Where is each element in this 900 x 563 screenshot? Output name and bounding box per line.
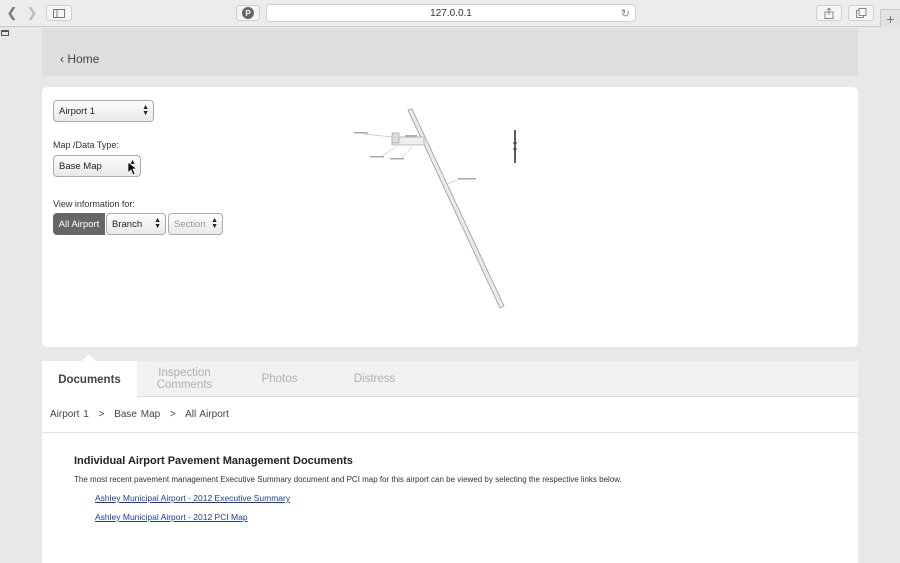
active-tab-indicator: [82, 354, 96, 361]
tab-documents[interactable]: Documents: [42, 361, 137, 398]
page-header: ‹ Home: [42, 28, 858, 76]
map-type-select-value: Base Map: [59, 160, 102, 172]
branch-select-value: Branch: [112, 218, 143, 230]
window-icon: [1, 30, 9, 36]
sidebar-toggle-button[interactable]: [46, 5, 72, 21]
share-button[interactable]: [816, 5, 842, 21]
reload-icon[interactable]: ↻: [621, 7, 630, 20]
breadcrumb-separator: >: [170, 409, 176, 420]
breadcrumb-item[interactable]: All Airport: [185, 409, 229, 420]
tab-inspection-comments[interactable]: Inspection Comments: [137, 361, 232, 397]
tab-photos[interactable]: Photos: [232, 361, 327, 397]
breadcrumb-item[interactable]: Base Map: [114, 409, 160, 420]
section-select-value: Section: [174, 218, 206, 230]
documents-description: The most recent pavement management Exec…: [74, 475, 622, 484]
tab-distress[interactable]: Distress: [327, 361, 422, 397]
breadcrumb-item[interactable]: Airport 1: [50, 409, 89, 420]
all-airport-button[interactable]: All Airport: [53, 213, 105, 235]
map-type-label: Map /Data Type:: [53, 140, 119, 150]
details-panel: Documents Inspection Comments Photos Dis…: [42, 354, 858, 563]
url-text: 127.0.0.1: [430, 7, 472, 19]
chevron-left-icon: ❮: [6, 5, 18, 20]
airport-select-value: Airport 1: [59, 105, 95, 117]
section-select[interactable]: Section ▲ ▼: [168, 213, 223, 235]
tabs-overview-button[interactable]: [848, 5, 874, 21]
select-arrows-icon: ▲▼: [211, 217, 218, 230]
tab-bar: Documents Inspection Comments Photos Dis…: [42, 361, 858, 398]
airport-map[interactable]: [352, 105, 532, 315]
view-info-label: View information for:: [53, 199, 135, 209]
branch-select[interactable]: Branch ▲ ▼: [106, 213, 166, 235]
divider: [42, 432, 858, 433]
tabs-icon: [855, 8, 866, 18]
address-bar[interactable]: 127.0.0.1 ↻: [266, 4, 636, 22]
select-arrows-icon: ▲▼: [154, 217, 161, 230]
home-link[interactable]: ‹ Home: [60, 52, 99, 66]
chevron-right-icon: ❯: [26, 5, 38, 20]
breadcrumb-separator: >: [98, 409, 105, 420]
pinterest-icon: P: [242, 7, 254, 19]
plus-icon: +: [886, 10, 895, 27]
select-arrows-icon: ▲▼: [142, 104, 149, 117]
documents-title: Individual Airport Pavement Management D…: [74, 455, 353, 467]
sidebar-icon: [53, 8, 65, 18]
map-panel: Airport 1 ▲▼ Map /Data Type: Base Map ▲▼…: [42, 87, 858, 347]
pinned-site-button[interactable]: P: [236, 5, 260, 21]
browser-toolbar: ❮ ❯ P 127.0.0.1 ↻ +: [0, 0, 900, 27]
back-button[interactable]: ❮: [4, 5, 20, 21]
share-icon: [824, 7, 834, 19]
airport-select[interactable]: Airport 1 ▲ ▼: [53, 100, 154, 122]
breadcrumb: Airport 1 > Base Map > All Airport: [50, 409, 229, 420]
pci-map-link[interactable]: Ashley Municipal Airport - 2012 PCI Map: [95, 512, 248, 522]
forward-button[interactable]: ❯: [24, 5, 40, 21]
wind-indicator: [513, 130, 517, 163]
new-tab-button[interactable]: +: [880, 9, 900, 27]
executive-summary-link[interactable]: Ashley Municipal Airport - 2012 Executiv…: [95, 493, 290, 503]
mouse-cursor-icon: [128, 162, 138, 176]
